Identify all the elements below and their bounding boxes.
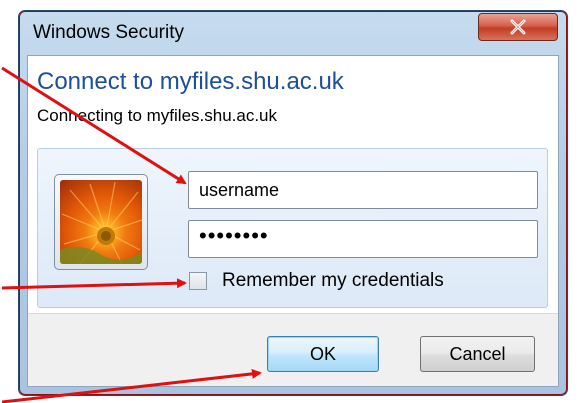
remember-credentials[interactable]: Remember my credentials [189, 268, 444, 294]
windows-security-dialog: Windows Security Connect to myfiles.shu.… [18, 10, 568, 396]
button-bar: OK Cancel [28, 313, 558, 386]
username-field[interactable]: username [188, 171, 538, 209]
close-button[interactable] [478, 13, 558, 41]
window-title: Windows Security [33, 22, 184, 43]
username-value: username [199, 180, 280, 200]
password-value: •••••••• [199, 223, 269, 248]
close-x-icon [509, 19, 527, 35]
ok-button[interactable]: OK [267, 336, 379, 372]
dialog-content: Connect to myfiles.shu.ac.uk Connecting … [27, 55, 559, 387]
cancel-button[interactable]: Cancel [420, 336, 535, 372]
credential-tile-panel[interactable]: username •••••••• Remember my credential… [37, 148, 548, 308]
user-tile [54, 174, 148, 270]
title-bar[interactable]: Windows Security [19, 11, 567, 51]
remember-checkbox[interactable] [189, 272, 207, 290]
connect-title: Connect to myfiles.shu.ac.uk [37, 68, 344, 95]
connect-subtitle: Connecting to myfiles.shu.ac.uk [37, 106, 278, 125]
flower-user-tile-icon [60, 180, 142, 264]
remember-label: Remember my credentials [222, 270, 444, 291]
password-field[interactable]: •••••••• [188, 220, 538, 258]
